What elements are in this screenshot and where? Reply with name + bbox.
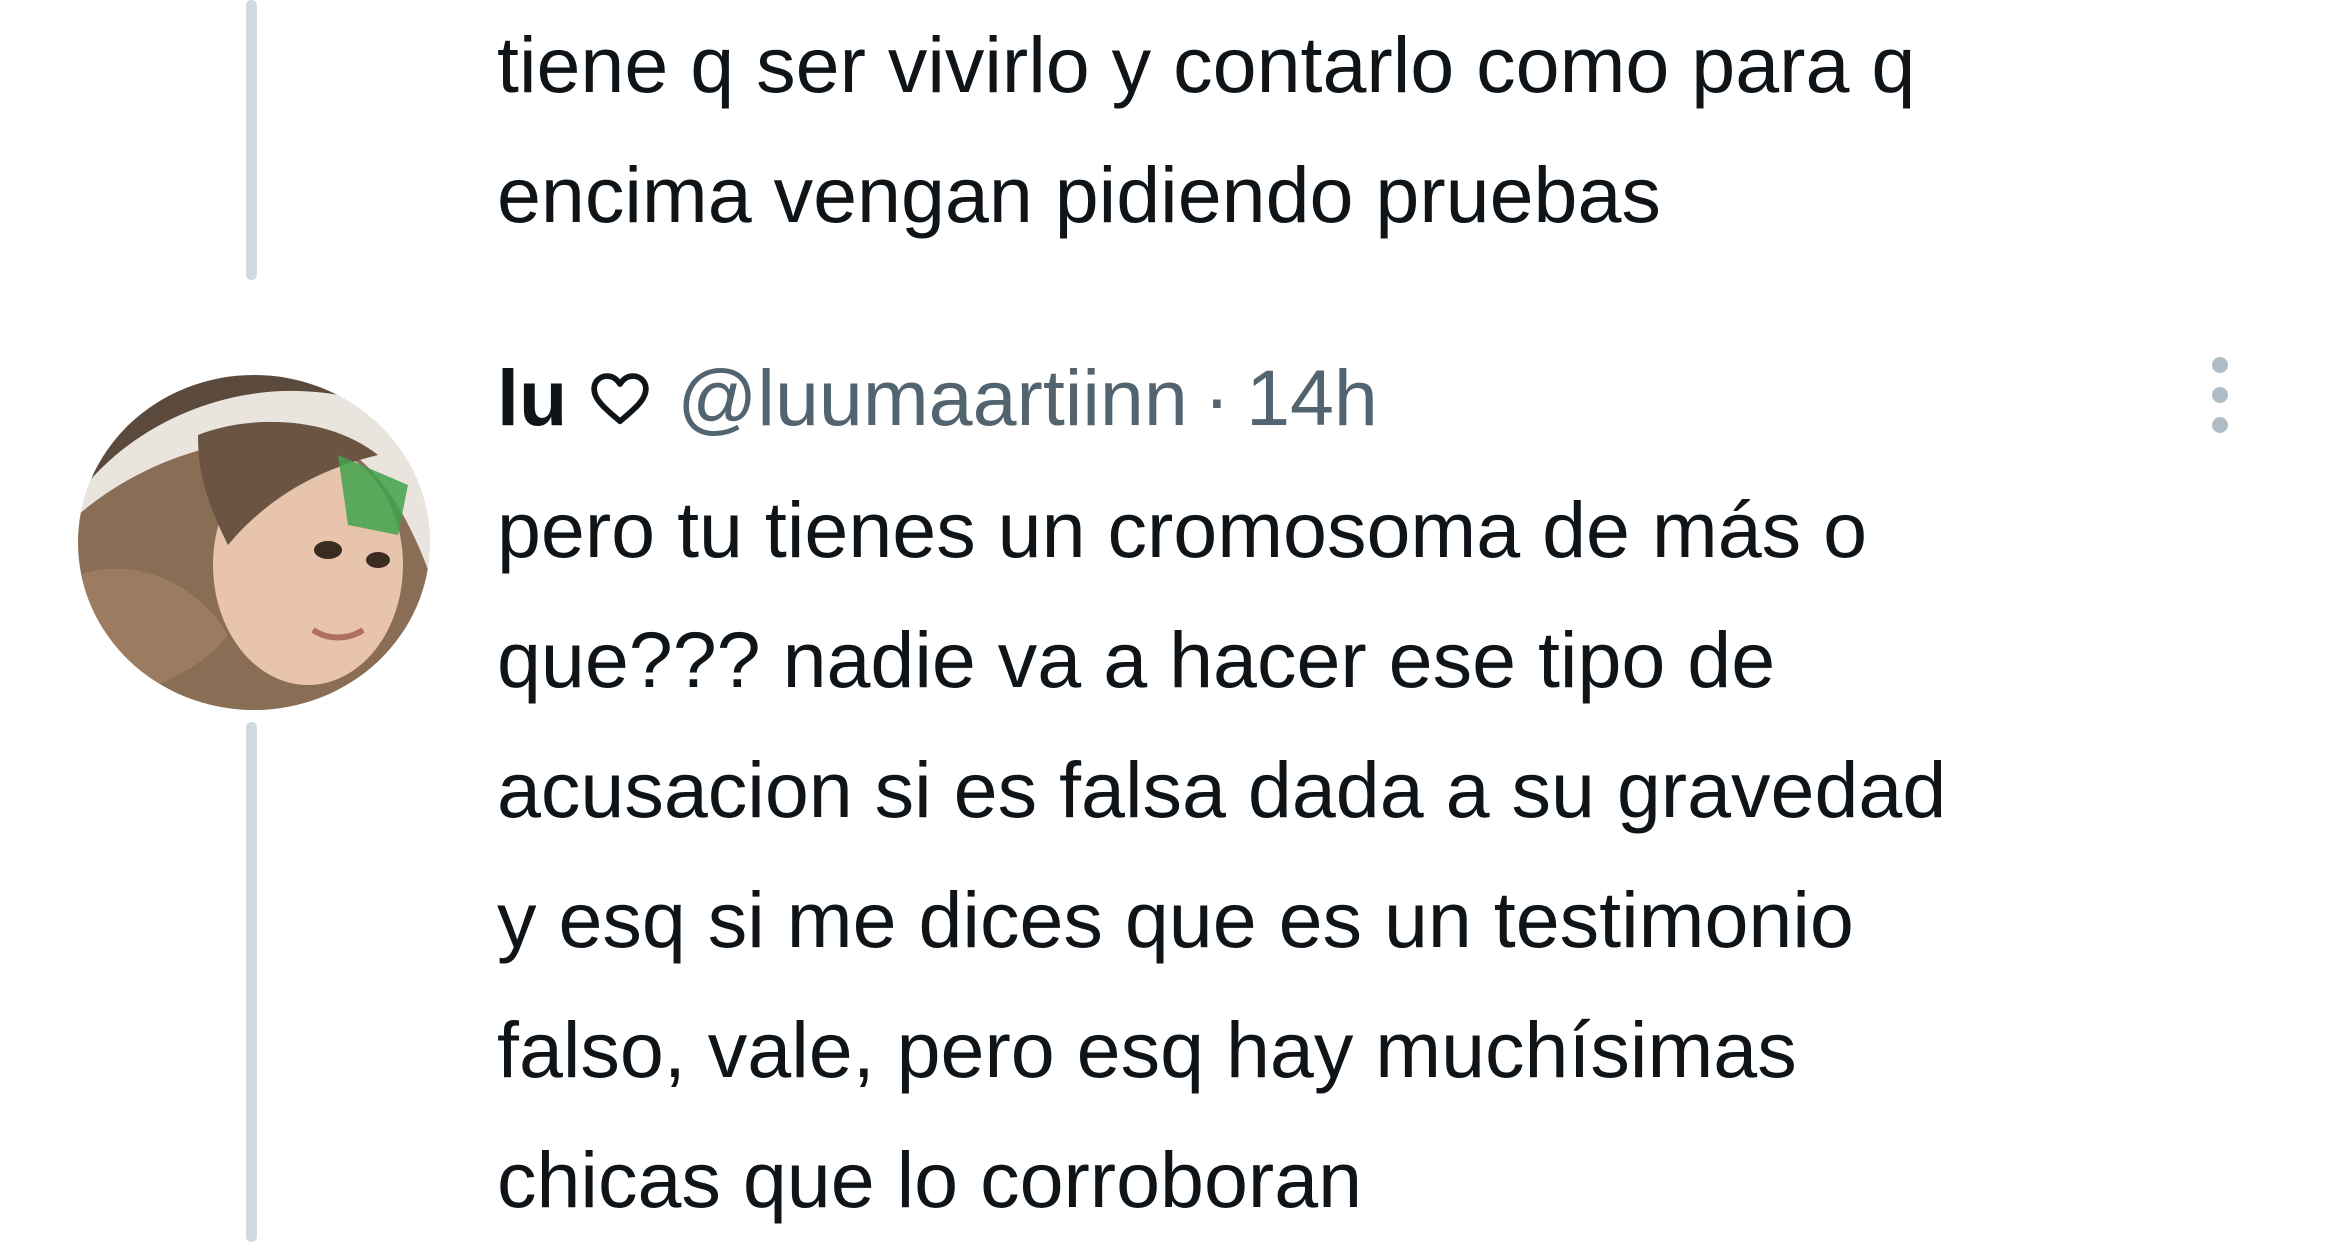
tweet-text-line: acusacion si es falsa dada a su gravedad (497, 745, 1947, 834)
heart-outline-icon (589, 367, 651, 429)
tweet-text: pero tu tienes un cromosoma de más o que?… (497, 465, 2297, 1245)
tweet-header: lu @luumaartiinn · 14h (497, 338, 1378, 458)
previous-tweet-line: tiene q ser vivirlo y contarlo como para… (497, 20, 1916, 109)
tweet-text-line: pero tu tienes un cromosoma de más o (497, 485, 1868, 574)
more-vertical-icon-dot (2212, 387, 2228, 403)
avatar[interactable] (78, 375, 430, 710)
user-handle[interactable]: @luumaartiinn (677, 352, 1188, 444)
tweet-text-line: que??? nadie va a hacer ese tipo de (497, 615, 1776, 704)
tweet-text-line: chicas que lo corroboran (497, 1135, 1363, 1224)
avatar-image (78, 375, 430, 710)
more-options-button[interactable] (2190, 350, 2250, 440)
more-vertical-icon (2212, 357, 2228, 373)
separator-dot: · (1203, 353, 1231, 442)
more-vertical-icon-dot (2212, 417, 2228, 433)
previous-tweet-line: encima vengan pidiendo pruebas (497, 150, 1661, 239)
thread-connector-line-bottom (246, 722, 257, 1242)
previous-tweet-text: tiene q ser vivirlo y contarlo como para… (497, 0, 2297, 260)
timestamp[interactable]: 14h (1246, 352, 1378, 444)
display-name[interactable]: lu (497, 352, 567, 444)
tweet-text-line: falso, vale, pero esq hay muchísimas (497, 1005, 1797, 1094)
tweet-text-line: y esq si me dices que es un testimonio (497, 875, 1854, 964)
thread-connector-line-top (246, 0, 257, 280)
